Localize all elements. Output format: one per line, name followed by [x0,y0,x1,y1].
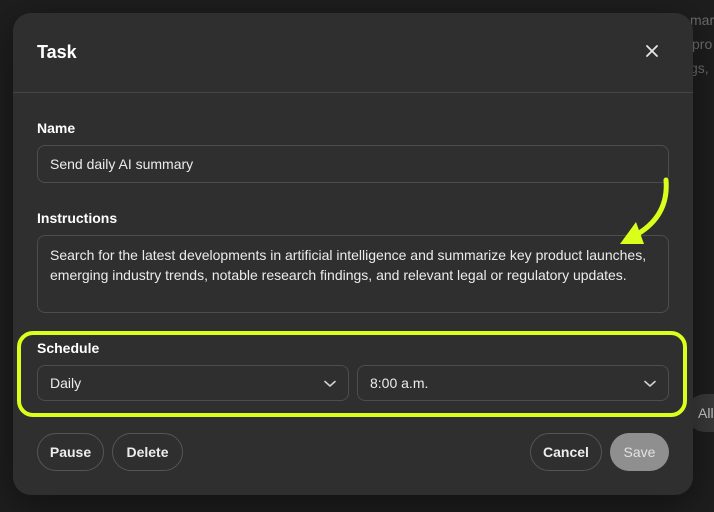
header-divider [13,92,693,93]
name-label: Name [37,120,76,136]
delete-button[interactable]: Delete [112,433,183,471]
name-value: Send daily AI summary [50,156,194,172]
cancel-button[interactable]: Cancel [530,433,602,471]
instructions-textarea[interactable]: Search for the latest developments in ar… [37,235,669,313]
schedule-label: Schedule [37,340,100,356]
close-icon [645,44,659,63]
task-dialog: Task Name Send daily AI summary Instruct… [13,13,693,495]
chevron-down-icon [324,375,336,391]
name-input[interactable]: Send daily AI summary [37,145,669,183]
time-select[interactable]: 8:00 a.m. [357,365,669,401]
chevron-down-icon [644,375,656,391]
close-button[interactable] [637,38,667,68]
instructions-value: Search for the latest developments in ar… [50,247,647,283]
save-button[interactable]: Save [610,433,669,471]
background-text-1: mary [690,12,714,28]
frequency-select[interactable]: Daily [37,365,349,401]
instructions-label: Instructions [37,210,118,226]
time-value: 8:00 a.m. [370,375,429,391]
frequency-value: Daily [50,375,82,391]
dialog-title: Task [37,42,77,62]
background-text-2: pro [692,36,713,52]
pause-button[interactable]: Pause [37,433,104,471]
